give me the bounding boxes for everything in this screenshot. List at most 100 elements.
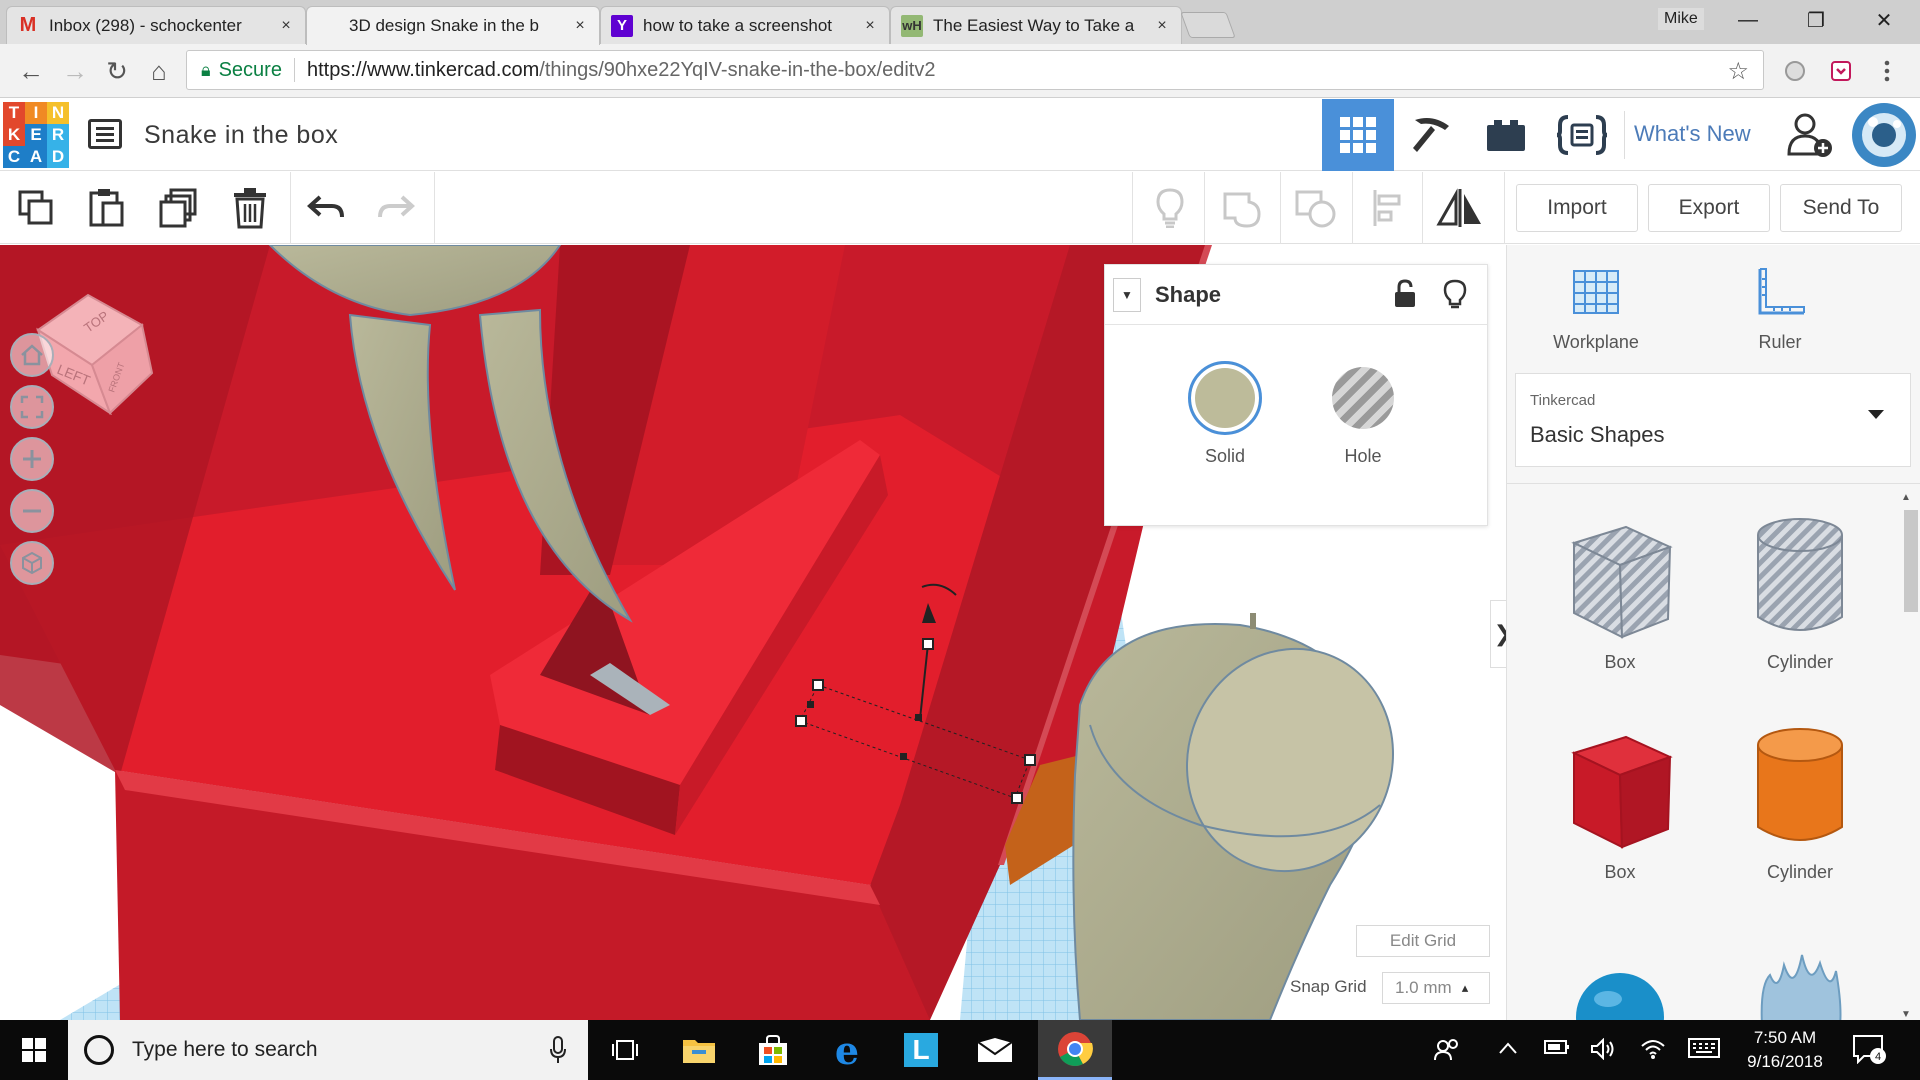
launcher-app-button[interactable]: L <box>884 1020 958 1080</box>
tab-close-icon[interactable]: × <box>1153 17 1171 35</box>
shape-notes-button[interactable] <box>1443 279 1467 316</box>
window-close-icon[interactable]: ✕ <box>1852 0 1916 40</box>
zoom-in-button[interactable] <box>10 437 54 481</box>
logo-letter: D <box>47 146 69 168</box>
tab-yahoo[interactable]: Y how to take a screenshot × <box>600 6 890 44</box>
shape-scribble[interactable] <box>1725 945 1875 1020</box>
avatar[interactable] <box>1848 99 1920 171</box>
bricks-view-button[interactable] <box>1470 99 1542 171</box>
reload-icon[interactable]: ↻ <box>100 54 134 88</box>
hole-swatch[interactable] <box>1332 367 1394 429</box>
battery-icon[interactable] <box>1544 1038 1570 1061</box>
home-view-button[interactable] <box>10 333 54 377</box>
file-explorer-button[interactable] <box>662 1020 736 1080</box>
zoom-out-button[interactable] <box>10 489 54 533</box>
mail-button[interactable] <box>958 1020 1032 1080</box>
perspective-button[interactable] <box>10 541 54 585</box>
edit-grid-button[interactable]: Edit Grid <box>1356 925 1490 957</box>
shape-cylinder-solid[interactable]: Cylinder <box>1725 723 1875 883</box>
blocks-view-button[interactable] <box>1396 99 1468 171</box>
divider <box>1422 172 1423 244</box>
solid-color-swatch[interactable] <box>1188 361 1262 435</box>
address-bar[interactable]: 🔒︎ Secure https://www.tinkercad.com/thin… <box>186 50 1764 90</box>
3d-design-view-button[interactable] <box>1322 99 1394 171</box>
undo-button[interactable] <box>302 184 350 232</box>
logo-letter: A <box>25 146 47 168</box>
restore-icon[interactable]: ❐ <box>1784 0 1848 40</box>
ungroup-button[interactable] <box>1292 184 1340 232</box>
hole-label: Hole <box>1344 446 1382 466</box>
extension-icon[interactable] <box>1780 56 1810 86</box>
divider <box>1352 172 1353 244</box>
design-list-icon[interactable] <box>88 119 122 149</box>
lock-button[interactable] <box>1393 279 1417 314</box>
snake-head-model[interactable] <box>1072 613 1421 1020</box>
ruler-tool[interactable]: Ruler <box>1715 267 1845 353</box>
box-hole-icon <box>1571 525 1673 639</box>
home-icon[interactable]: ⌂ <box>142 54 176 88</box>
align-button[interactable] <box>1364 184 1412 232</box>
shape-library-select[interactable]: Tinkercad Basic Shapes <box>1515 373 1911 467</box>
shape-cylinder-hole[interactable]: Cylinder <box>1725 513 1875 673</box>
minus-icon <box>23 509 41 513</box>
duplicate-button[interactable] <box>154 184 202 232</box>
fit-view-button[interactable] <box>10 385 54 429</box>
snap-grid-select[interactable]: 1.0 mm ▴ <box>1382 972 1490 1004</box>
task-view-button[interactable] <box>588 1020 662 1080</box>
redo-button[interactable] <box>372 184 420 232</box>
shape-sphere[interactable] <box>1545 945 1695 1020</box>
microphone-icon[interactable] <box>550 1036 566 1064</box>
whats-new-link[interactable]: What's New <box>1634 121 1751 147</box>
bookmark-star-icon[interactable]: ☆ <box>1727 57 1749 86</box>
tab-close-icon[interactable]: × <box>277 17 295 35</box>
avatar-icon <box>1852 103 1916 167</box>
shape-box-solid[interactable]: Box <box>1545 723 1695 883</box>
tab-wikihow[interactable]: wH The Easiest Way to Take a × <box>890 6 1182 44</box>
chrome-profile-button[interactable]: Mike <box>1658 8 1704 30</box>
notes-button[interactable] <box>1146 184 1194 232</box>
tab-gmail[interactable]: M Inbox (298) - schockenter × <box>6 6 306 44</box>
shape-box-hole[interactable]: Box <box>1545 513 1695 673</box>
design-title[interactable]: Snake in the box <box>144 121 338 150</box>
delete-button[interactable] <box>226 184 274 232</box>
group-button[interactable] <box>1218 184 1266 232</box>
copy-button[interactable] <box>12 184 60 232</box>
new-tab-button[interactable] <box>1180 12 1236 38</box>
export-button[interactable]: Export <box>1648 184 1770 232</box>
tinkercad-logo[interactable]: TINKERCAD <box>3 102 69 168</box>
forward-arrow-icon[interactable]: → <box>58 54 92 88</box>
wifi-icon[interactable] <box>1640 1038 1666 1066</box>
chrome-menu-icon[interactable] <box>1872 56 1902 86</box>
taskbar-search-box[interactable]: Type here to search <box>68 1020 588 1080</box>
invite-user-button[interactable] <box>1774 99 1846 171</box>
action-center-button[interactable]: 4 <box>1852 1034 1886 1070</box>
minimize-icon[interactable]: — <box>1716 0 1780 40</box>
start-button[interactable] <box>0 1020 68 1080</box>
edge-button[interactable]: e <box>810 1020 884 1080</box>
workplane-tool[interactable]: Workplane <box>1531 267 1661 353</box>
show-hidden-icons-icon[interactable] <box>1498 1038 1518 1061</box>
home-icon <box>21 344 43 366</box>
send-to-button[interactable]: Send To <box>1780 184 1902 232</box>
back-arrow-icon[interactable]: ← <box>14 54 48 88</box>
chrome-button[interactable] <box>1038 1020 1112 1080</box>
tab-close-icon[interactable]: × <box>571 17 589 35</box>
mirror-button[interactable] <box>1436 184 1484 232</box>
taskbar-clock[interactable]: 7:50 AM 9/16/2018 <box>1730 1026 1840 1074</box>
scrollbar-thumb[interactable] <box>1904 510 1918 612</box>
tab-tinkercad[interactable]: 3D design Snake in the b × <box>306 6 600 45</box>
import-button[interactable]: Import <box>1516 184 1638 232</box>
volume-icon[interactable] <box>1590 1037 1616 1066</box>
codeblocks-view-button[interactable] <box>1546 99 1618 171</box>
scroll-up-icon[interactable]: ▲ <box>1901 492 1911 503</box>
scroll-down-icon[interactable]: ▼ <box>1901 1009 1911 1020</box>
people-icon[interactable] <box>1434 1038 1460 1068</box>
tab-close-icon[interactable]: × <box>861 17 879 35</box>
collapse-inspector-button[interactable]: ▼ <box>1113 277 1141 312</box>
workplane-label: Workplane <box>1553 332 1639 352</box>
app-header: TINKERCAD Snake in the box What's New <box>0 99 1920 171</box>
store-button[interactable] <box>736 1020 810 1080</box>
keyboard-icon[interactable] <box>1688 1038 1720 1064</box>
clipper-extension-icon[interactable] <box>1826 56 1856 86</box>
paste-button[interactable] <box>82 184 130 232</box>
